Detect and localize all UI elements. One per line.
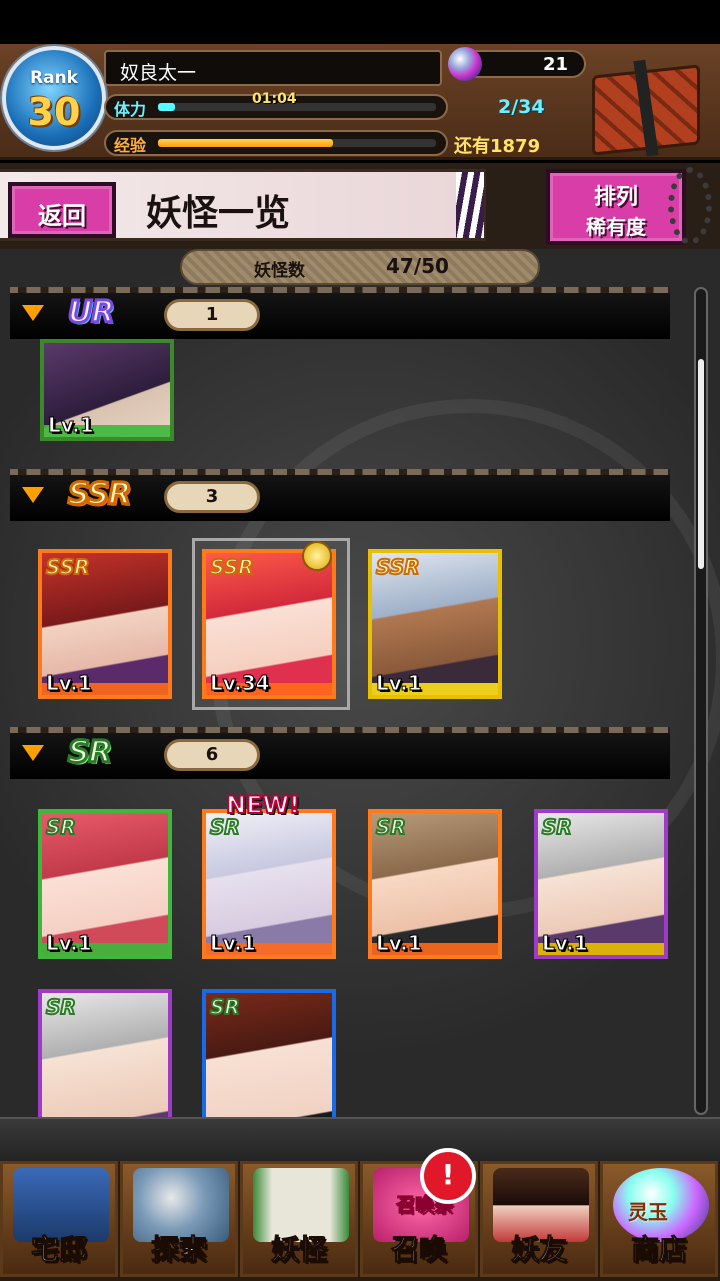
collapse-arrow-icon[interactable] [22,305,44,321]
sort-button[interactable]: 排列 稀有度 [546,169,686,245]
rarity-tag: SSR [45,554,90,580]
gem-count: 21 [542,54,568,75]
card-level: Lv.1 [376,931,423,956]
player-name: 奴良太一 [120,62,197,84]
nav-label: 商店 [630,1233,687,1267]
status-bar [0,0,720,44]
exp-row: 经验 [104,130,448,156]
rank-label: Rank [30,68,78,88]
monster-card[interactable]: SR [38,989,172,1117]
monster-card[interactable]: SR Lv.1 [368,809,502,959]
nav-friends[interactable]: 妖友 [480,1161,598,1277]
stamina-row: 体力 01:04 [104,91,448,120]
player-header: Rank 30 奴良太一 21 体力 01:04 2/34 经验 还有1879 [0,44,720,160]
collapse-arrow-icon[interactable] [22,487,44,503]
rank-number: 30 [27,90,81,134]
bottom-strip [0,1117,720,1161]
nav-monsters[interactable]: 妖怪 [240,1161,358,1277]
stamina-timer: 01:04 [252,91,297,107]
card-level: Lv.1 [210,931,257,956]
card-level: Lv.1 [542,931,589,956]
sort-value: 稀有度 [586,215,646,239]
section-count: 6 [164,739,260,771]
gem-counter[interactable]: 21 [448,47,586,81]
monster-card[interactable]: SSR Lv.1 [368,549,502,699]
monster-card[interactable]: SSR Lv.34 [202,549,336,699]
scrollbar-thumb[interactable] [698,359,704,569]
nav-label: 妖怪 [270,1233,327,1267]
medal-icon [302,541,332,571]
decorative-stripes [456,172,484,238]
rarity-tag: SR [45,994,77,1020]
shop-badge-label: 灵玉 [628,1200,668,1224]
rarity-tag: SR [541,814,573,840]
alert-badge: ! [420,1148,476,1204]
card-level: Lv.1 [376,671,423,696]
spirit-gem-icon [448,47,482,81]
bottom-nav: 宅邸 探索 妖怪 召唤 妖友 商店 [0,1161,720,1281]
gear-icon [668,167,712,245]
monster-card[interactable]: Lv.1 [40,339,174,441]
nav-mansion[interactable]: 宅邸 [0,1161,118,1277]
monster-count-label: 妖怪数 [254,261,305,281]
stamina-bar [158,103,175,111]
gift-box-icon[interactable] [586,50,712,157]
rarity-label: SSR [66,476,132,514]
monster-card[interactable]: SR Lv.1 [202,809,336,959]
section-count: 1 [164,299,260,331]
title-panel: 返回 妖怪一览 [0,169,486,241]
page-title: 妖怪一览 [146,192,291,234]
title-bar: 返回 妖怪一览 排列 稀有度 [0,163,720,249]
exp-bar [158,139,333,147]
rarity-label: UR [66,294,116,332]
card-level: Lv.1 [46,931,93,956]
nav-explore[interactable]: 探索 [120,1161,238,1277]
section-ssr[interactable]: SSR 3 [10,469,670,521]
monster-card[interactable]: SR Lv.1 [38,809,172,959]
collapse-arrow-icon[interactable] [22,745,44,761]
monster-card[interactable]: SR [202,989,336,1117]
exp-label: 经验 [114,136,147,155]
back-label: 返回 [38,202,86,230]
rarity-label: SR [67,734,114,772]
sort-title: 排列 [593,185,638,210]
rarity-tag: SSR [209,554,254,580]
new-badge: NEW! [225,790,301,820]
nav-label: 探索 [150,1233,207,1267]
section-ur[interactable]: UR 1 [10,287,670,339]
card-level: Lv.1 [48,413,95,438]
card-level: Lv.34 [210,671,271,696]
nav-label: 宅邸 [30,1233,87,1267]
stamina-label: 体力 [114,100,147,119]
back-button[interactable]: 返回 [8,182,116,238]
rarity-tag: SR [45,814,77,840]
rarity-tag: SR [209,994,241,1020]
rank-badge[interactable]: Rank 30 [2,46,106,150]
player-name-box: 奴良太一 [104,50,442,86]
monster-list[interactable]: 妖怪数 47/50 UR 1 Lv.1 SSR 3 SSR Lv.1 SSR L… [0,249,720,1117]
monster-count-pill: 妖怪数 47/50 [180,249,540,285]
exp-remaining: 还有1879 [454,136,541,157]
stamina-count: 2/34 [498,96,545,118]
nav-label: 妖友 [510,1233,567,1267]
rarity-tag: SR [375,814,407,840]
rarity-tag: SSR [375,554,420,580]
monster-count-value: 47/50 [386,254,449,278]
scrollbar[interactable] [694,287,708,1115]
section-sr[interactable]: SR 6 [10,727,670,779]
card-level: Lv.1 [46,671,93,696]
monster-card[interactable]: SR Lv.1 [534,809,668,959]
section-count: 3 [164,481,260,513]
monster-card[interactable]: SSR Lv.1 [38,549,172,699]
